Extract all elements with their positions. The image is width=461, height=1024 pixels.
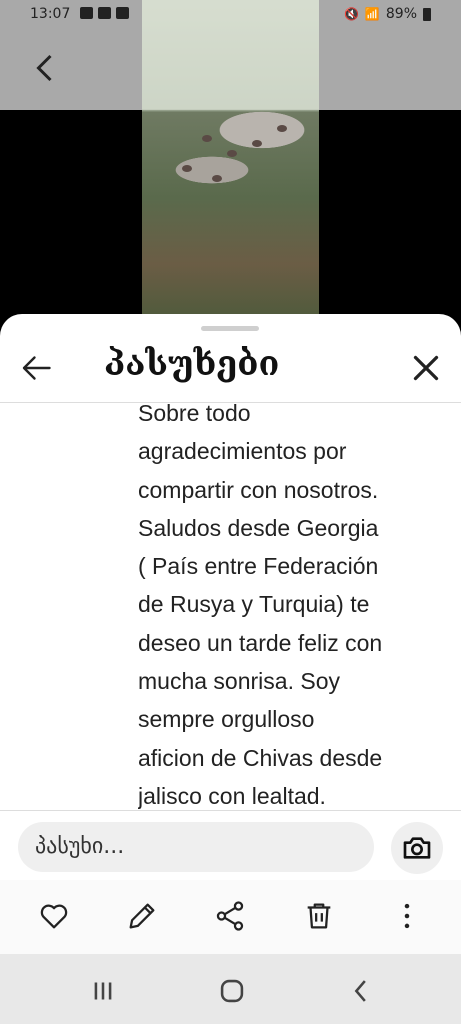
like-button[interactable] [37, 899, 71, 933]
pencil-icon [129, 903, 155, 929]
more-options-button[interactable] [390, 899, 424, 933]
heart-icon [40, 904, 68, 929]
media-back-button[interactable] [28, 50, 64, 86]
snake-pattern [202, 135, 212, 142]
gallery-notification-icon [98, 7, 111, 19]
snake-pattern [182, 165, 192, 172]
delete-button[interactable] [302, 899, 336, 933]
sheet-title: პასუხები [104, 344, 280, 384]
status-right: 🔇 📶 89% [344, 6, 431, 22]
video-preview[interactable] [0, 0, 461, 330]
more-vertical-icon [404, 903, 410, 929]
gmail-notification-icon [80, 7, 93, 19]
snake-video-thumbnail[interactable] [142, 0, 319, 330]
camera-icon [403, 837, 431, 859]
home-icon [220, 979, 244, 1003]
back-button[interactable] [18, 350, 54, 386]
trash-icon [307, 903, 331, 929]
chevron-left-icon [36, 54, 52, 82]
check-notification-icon [116, 7, 129, 19]
drag-handle[interactable] [201, 326, 259, 331]
notification-icons [80, 7, 129, 19]
close-button[interactable] [408, 350, 444, 386]
status-bar: 13:07 🔇 📶 89% [0, 0, 461, 30]
action-bar [0, 880, 461, 954]
recent-apps-button[interactable] [86, 974, 120, 1008]
recent-apps-icon [94, 982, 112, 1000]
system-back-button[interactable] [345, 974, 379, 1008]
sheet-header: პასუხები [0, 334, 461, 402]
snake-pattern [212, 175, 222, 182]
wifi-icon: 📶 [364, 7, 380, 21]
replies-sheet: პასუხები Sobre todo agradecimientos por … [0, 314, 461, 954]
status-time: 13:07 [30, 6, 71, 22]
back-icon [354, 980, 366, 1002]
battery-icon [423, 7, 431, 21]
snake-pattern [227, 150, 237, 157]
reply-message-text: Sobre todo agradecimientos por compartir… [138, 400, 383, 809]
system-nav-bar [0, 954, 461, 1024]
content-divider [0, 810, 461, 811]
close-icon [413, 355, 439, 381]
home-button[interactable] [215, 974, 249, 1008]
camera-button[interactable] [391, 822, 443, 874]
share-icon [216, 901, 244, 931]
battery-level: 89% [385, 6, 417, 22]
share-button[interactable] [213, 899, 247, 933]
mute-icon: 🔇 [343, 7, 359, 21]
edit-button[interactable] [125, 899, 159, 933]
snake-pattern [277, 125, 287, 132]
snake-pattern [252, 140, 262, 147]
back-arrow-icon [22, 356, 51, 380]
reply-input[interactable]: პასუხი... [18, 822, 374, 872]
